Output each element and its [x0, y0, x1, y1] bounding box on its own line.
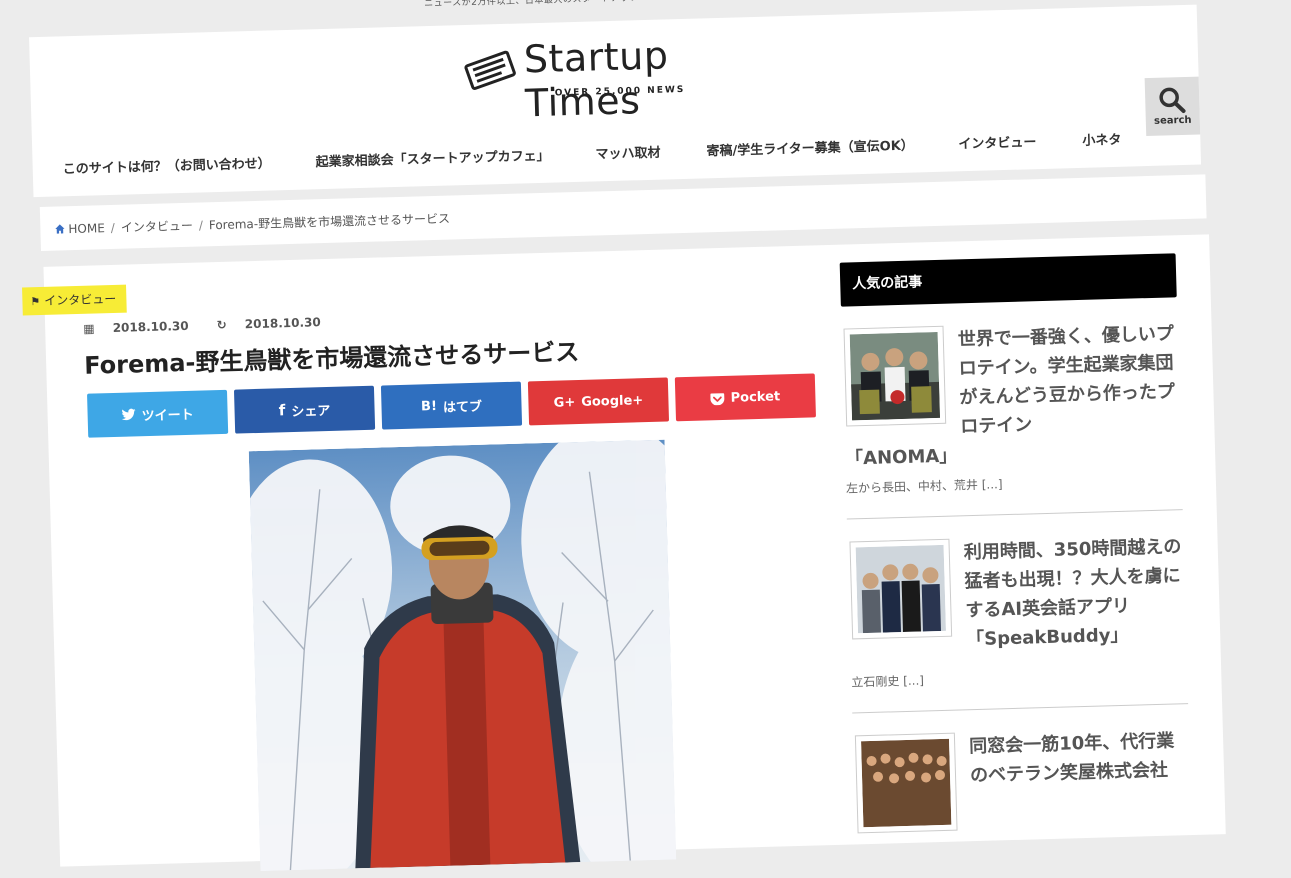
nav-item-mach-interview[interactable]: マッハ取材	[595, 142, 660, 163]
nav-item-interview[interactable]: インタビュー	[958, 131, 1036, 152]
hatena-icon: B!	[420, 398, 438, 414]
calendar-icon: ▦	[83, 321, 99, 336]
refresh-icon: ↻	[216, 317, 232, 333]
breadcrumb-current: Forema-野生鳥獣を市場還流させるサービス	[208, 211, 451, 233]
popular-post-excerpt: 左から長田、中村、荒井 [...]	[845, 477, 1003, 496]
post-thumbnail[interactable]	[854, 732, 958, 834]
popular-post-title-tail[interactable]: 「ANOMA」	[845, 435, 1182, 473]
nav-item-startup-cafe[interactable]: 起業家相談会「スタートアップカフェ」	[315, 145, 549, 171]
breadcrumb-separator: /	[110, 220, 116, 235]
site-tagline: ニュースが2万件以上、日本最大のスタートアップニュースサイト「スタートアップタイ…	[366, 0, 886, 11]
pocket-button[interactable]: Pocket	[674, 373, 816, 422]
nav-item-contribute[interactable]: 寄稿/学生ライター募集（宣伝OK）	[706, 135, 914, 160]
pocket-label: Pocket	[730, 388, 781, 406]
tweet-label: ツイート	[141, 407, 194, 424]
popular-post-item[interactable]: 利用時間、350時間越えの猛者も出現！？大人を虜にするAI英会話アプリ「Spea…	[847, 532, 1189, 714]
main-content: ⚑ インタビュー ▦ 2018.10.30 ↻ 2018.10.30 Forema-…	[22, 234, 1226, 872]
pocket-icon	[710, 392, 725, 405]
search-button[interactable]: search	[1144, 76, 1201, 137]
twitter-icon	[121, 408, 136, 421]
google-plus-button[interactable]: G+ Google+	[527, 377, 670, 426]
breadcrumb-separator: /	[198, 218, 204, 233]
facebook-share-button[interactable]: f シェア	[233, 385, 376, 434]
home-icon	[55, 224, 65, 234]
popular-post-title[interactable]: 利用時間、350時間越えの猛者も出現！？大人を虜にするAI英会話アプリ「Spea…	[963, 532, 1186, 654]
site-header: Startup Times OVER 25,000 NEWS このサイトは何？（…	[29, 4, 1202, 198]
nav-item-about[interactable]: このサイトは何？（お問い合わせ）	[62, 153, 271, 178]
popular-post-item[interactable]: 同窓会一筋10年、代行業のベテラン笑屋株式会社	[853, 726, 1191, 834]
hatena-label: はてブ	[442, 399, 483, 416]
nav-item-tips[interactable]: 小ネタ	[1082, 129, 1121, 149]
sidebar: 人気の記事 世界で一番強く、優しいプロテイン。学生起業家集団がえんどう豆から作っ	[839, 253, 1191, 834]
popular-post-item[interactable]: 世界で一番強く、優しいプロテイン。学生起業家集団がえんどう豆から作ったプロテイン…	[842, 319, 1183, 520]
popular-posts-heading: 人気の記事	[839, 253, 1177, 307]
site-logo[interactable]: Startup Times OVER 25,000 NEWS	[461, 29, 763, 125]
post-thumbnail[interactable]	[849, 538, 953, 640]
google-plus-icon: G+	[553, 394, 576, 411]
divider	[852, 703, 1189, 714]
breadcrumb-home[interactable]: HOME	[68, 221, 105, 236]
popular-post-excerpt: 立石剛史 [...]	[851, 673, 925, 690]
updated-date: ↻ 2018.10.30	[216, 315, 321, 333]
tweet-button[interactable]: ツイート	[87, 389, 229, 438]
google-plus-label: Google+	[581, 392, 644, 410]
divider	[846, 509, 1183, 520]
post-thumbnail[interactable]	[843, 325, 947, 427]
article-hero-image	[248, 439, 677, 872]
facebook-icon: f	[278, 401, 286, 420]
logo-wordmark: Startup Times	[523, 33, 669, 126]
article-dates: ▦ 2018.10.30 ↻ 2018.10.30	[83, 314, 349, 336]
hatena-bookmark-button[interactable]: B! はてブ	[380, 381, 523, 430]
published-date: ▦ 2018.10.30	[83, 318, 189, 336]
popular-post-title[interactable]: 世界で一番強く、優しいプロテイン。学生起業家集団がえんどう豆から作ったプロテイン	[957, 319, 1180, 441]
breadcrumb-category[interactable]: インタビュー	[121, 219, 193, 235]
search-label: search	[1153, 114, 1192, 127]
popular-post-title[interactable]: 同窓会一筋10年、代行業のベテラン笑屋株式会社	[969, 726, 1191, 790]
facebook-share-label: シェア	[291, 403, 331, 420]
category-badge[interactable]: ⚑ インタビュー	[22, 284, 127, 316]
newspaper-icon	[464, 50, 516, 90]
page: ニュースが2万件以上、日本最大のスタートアップニュースサイト「スタートアップタイ…	[0, 0, 1291, 872]
pin-icon: ⚑	[30, 294, 41, 309]
article-title: Forema-野生鳥獣を市場還流させるサービス	[83, 337, 580, 380]
search-icon	[1159, 87, 1186, 113]
